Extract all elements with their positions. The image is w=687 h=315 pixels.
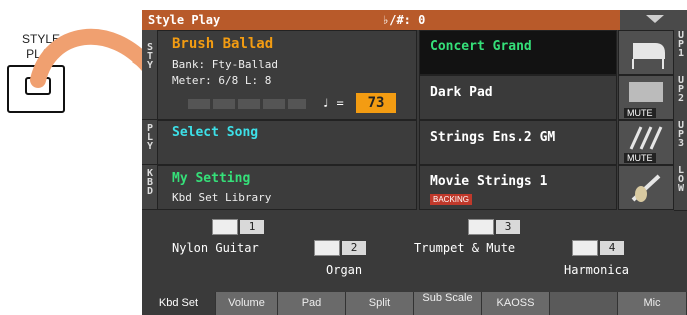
side-label-upper3: UP3 xyxy=(674,120,687,166)
pad-number: 4 xyxy=(600,241,624,255)
side-label-upper2: UP2 xyxy=(674,75,687,121)
tab-mic[interactable]: Mic xyxy=(618,292,687,315)
keyboard-icon xyxy=(212,219,238,235)
beat-indicator xyxy=(263,99,285,109)
mute-badge: MUTE xyxy=(624,108,656,118)
style-meter: Meter: 6/8 L: 8 xyxy=(172,74,272,87)
pad-name[interactable]: Trumpet & Mute xyxy=(414,241,515,255)
tab-pad[interactable]: Pad xyxy=(278,292,346,315)
tab-kaoss[interactable]: KAOSS xyxy=(482,292,550,315)
keyboard-icon xyxy=(572,240,598,256)
transpose-readout: ♭/#: 0 xyxy=(382,13,426,27)
sound-image xyxy=(618,165,674,210)
keyboard-set-name: My Setting xyxy=(172,171,251,186)
sound-image xyxy=(618,30,674,75)
style-name: Brush Ballad xyxy=(172,36,274,52)
sound-name: Concert Grand xyxy=(430,39,532,54)
side-label-kbd: KBD xyxy=(142,165,157,210)
side-label-upper1: UP1 xyxy=(674,30,687,76)
side-label-style: STY xyxy=(142,30,157,120)
violin-icon xyxy=(631,174,661,202)
style-bank: Bank: Fty-Ballad xyxy=(172,58,278,71)
side-label-play: PLY xyxy=(142,120,157,165)
beat-indicator xyxy=(188,99,210,109)
strings-icon xyxy=(629,126,663,150)
pad-name[interactable]: Organ xyxy=(326,263,362,277)
keyboard-set-library: Kbd Set Library xyxy=(172,191,272,204)
tab-sub-scale[interactable]: Sub Scale xyxy=(414,292,482,315)
side-label-lower: LOW xyxy=(674,165,687,211)
sound-name: Dark Pad xyxy=(430,85,493,100)
sound-name: Strings Ens.2 GM xyxy=(430,130,556,145)
backing-badge: BACKING xyxy=(430,194,473,205)
grand-piano-icon xyxy=(632,43,665,69)
chevron-down-icon xyxy=(646,15,664,23)
tempo-symbol: ♩ = xyxy=(322,96,344,110)
keyboard-icon xyxy=(314,240,340,256)
pad-synth-icon xyxy=(629,82,663,102)
tab-volume[interactable]: Volume xyxy=(216,292,278,315)
sound-name: Movie Strings 1 xyxy=(430,174,548,189)
mute-badge: MUTE xyxy=(624,153,656,163)
tab-split[interactable]: Split xyxy=(346,292,414,315)
page-title: Style Play xyxy=(148,13,221,27)
beat-indicator xyxy=(213,99,235,109)
tempo-value[interactable]: 73 xyxy=(356,93,396,113)
pad-number: 1 xyxy=(240,220,264,234)
keyboard-icon xyxy=(468,219,494,235)
pad-number: 3 xyxy=(496,220,520,234)
tab-kbd-set[interactable]: Kbd Set xyxy=(142,292,216,315)
beat-indicator xyxy=(288,99,306,109)
select-song-label: Select Song xyxy=(172,125,259,140)
beat-indicator xyxy=(238,99,260,109)
pad-name[interactable]: Harmonica xyxy=(564,263,629,277)
tab-empty xyxy=(550,292,618,315)
pad-name[interactable]: Nylon Guitar xyxy=(172,241,259,255)
pad-number: 2 xyxy=(342,241,366,255)
